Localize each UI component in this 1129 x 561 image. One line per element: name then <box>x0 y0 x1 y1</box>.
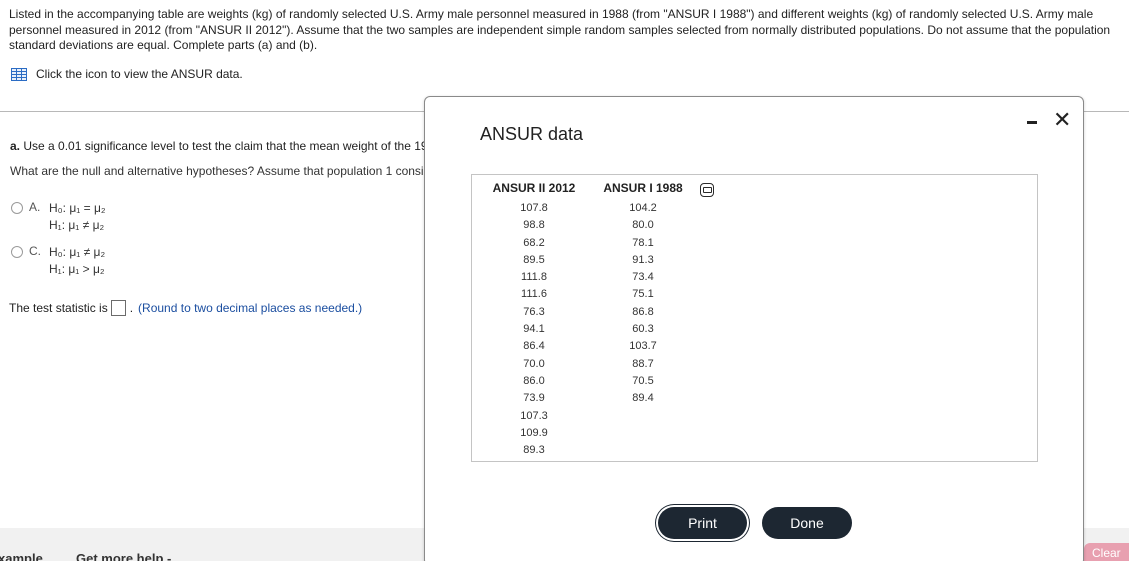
table-cell: 86.8 <box>632 305 654 318</box>
part-a-question: a. Use a 0.01 significance level to test… <box>10 139 434 153</box>
table-cell: 73.4 <box>632 271 654 284</box>
data-link-label: Click the icon to view the ANSUR data. <box>36 67 243 81</box>
table-cell: 75.1 <box>632 288 654 301</box>
option-c-null-hypothesis: H₀: μ₁ ≠ μ₂ <box>49 245 106 259</box>
table-cell: 60.3 <box>632 323 654 336</box>
table-cell: 68.2 <box>523 236 545 249</box>
test-statistic-row: The test statistic is . (Round to two de… <box>9 300 362 316</box>
close-icon[interactable]: ✕ <box>1053 109 1071 131</box>
option-c-radio[interactable] <box>11 246 23 258</box>
option-c-alt-hypothesis: H₁: μ₁ > μ₂ <box>49 262 105 276</box>
option-c-letter: C. <box>29 244 41 258</box>
table-cell: 88.7 <box>632 357 654 370</box>
copy-data-icon[interactable] <box>700 183 714 197</box>
dialog-title: ANSUR data <box>480 124 584 144</box>
table-cell: 80.0 <box>632 219 654 232</box>
column-header: ANSUR I 1988 <box>603 181 683 195</box>
option-a[interactable]: A. H₀: μ₁ = μ₂ H₁: μ₁ ≠ μ₂ <box>11 200 106 234</box>
table-cell: 111.6 <box>521 288 547 301</box>
done-button[interactable]: Done <box>762 507 852 539</box>
table-cell: 73.9 <box>523 392 545 405</box>
table-icon[interactable] <box>11 67 27 81</box>
option-a-letter: A. <box>29 200 41 214</box>
option-c[interactable]: C. H₀: μ₁ ≠ μ₂ H₁: μ₁ > μ₂ <box>11 244 105 278</box>
example-link[interactable]: xample <box>0 551 43 561</box>
ansur-data-dialog: ANSUR data ✕ ANSUR II 2012 107.8 98.8 68… <box>424 96 1084 561</box>
part-a-label: a. <box>10 139 21 153</box>
table-cell: 103.7 <box>629 340 657 353</box>
table-cell: 89.3 <box>523 444 545 457</box>
table-cell: 70.5 <box>632 374 654 387</box>
print-button[interactable]: Print <box>658 507 747 539</box>
problem-statement: Listed in the accompanying table are wei… <box>9 7 1111 52</box>
column-ansur-ii-2012: ANSUR II 2012 107.8 98.8 68.2 89.5 111.8… <box>486 181 582 459</box>
table-cell: 94.1 <box>523 323 545 336</box>
clear-all-button[interactable]: Clear all <box>1084 543 1129 561</box>
table-cell: 78.1 <box>632 236 654 249</box>
hypotheses-question: What are the null and alternative hypoth… <box>10 164 433 178</box>
table-cell: 91.3 <box>632 253 654 266</box>
part-a-text: Use a 0.01 significance level to test th… <box>20 139 435 153</box>
table-cell: 107.8 <box>520 202 548 214</box>
table-cell: 98.8 <box>523 219 545 232</box>
option-a-null-hypothesis: H₀: μ₁ = μ₂ <box>49 201 106 215</box>
column-ansur-i-1988: ANSUR I 1988 104.2 80.0 78.1 91.3 73.4 7… <box>598 181 688 408</box>
table-cell: 86.0 <box>523 374 545 387</box>
table-cell: 104.2 <box>629 202 657 214</box>
get-more-help-link[interactable]: Get more help - <box>76 551 171 561</box>
column-header: ANSUR II 2012 <box>492 181 576 195</box>
table-cell: 86.4 <box>523 340 545 353</box>
table-cell: 111.8 <box>521 271 547 284</box>
table-cell: 89.5 <box>523 253 545 266</box>
table-cell: 76.3 <box>523 305 545 318</box>
view-ansur-data-link[interactable]: Click the icon to view the ANSUR data. <box>11 67 243 81</box>
option-a-radio[interactable] <box>11 202 23 214</box>
table-cell: 89.4 <box>632 392 654 405</box>
ansur-data-table: ANSUR II 2012 107.8 98.8 68.2 89.5 111.8… <box>471 174 1038 462</box>
table-cell: 70.0 <box>523 357 545 370</box>
rounding-hint: (Round to two decimal places as needed.) <box>138 301 363 315</box>
table-cell: 109.9 <box>520 426 548 439</box>
minimize-icon[interactable] <box>1027 121 1037 124</box>
test-statistic-label: The test statistic is <box>9 301 108 315</box>
test-statistic-suffix: . <box>129 301 134 315</box>
option-a-alt-hypothesis: H₁: μ₁ ≠ μ₂ <box>49 218 105 232</box>
table-cell: 107.3 <box>520 409 548 422</box>
test-statistic-input[interactable] <box>110 300 126 316</box>
